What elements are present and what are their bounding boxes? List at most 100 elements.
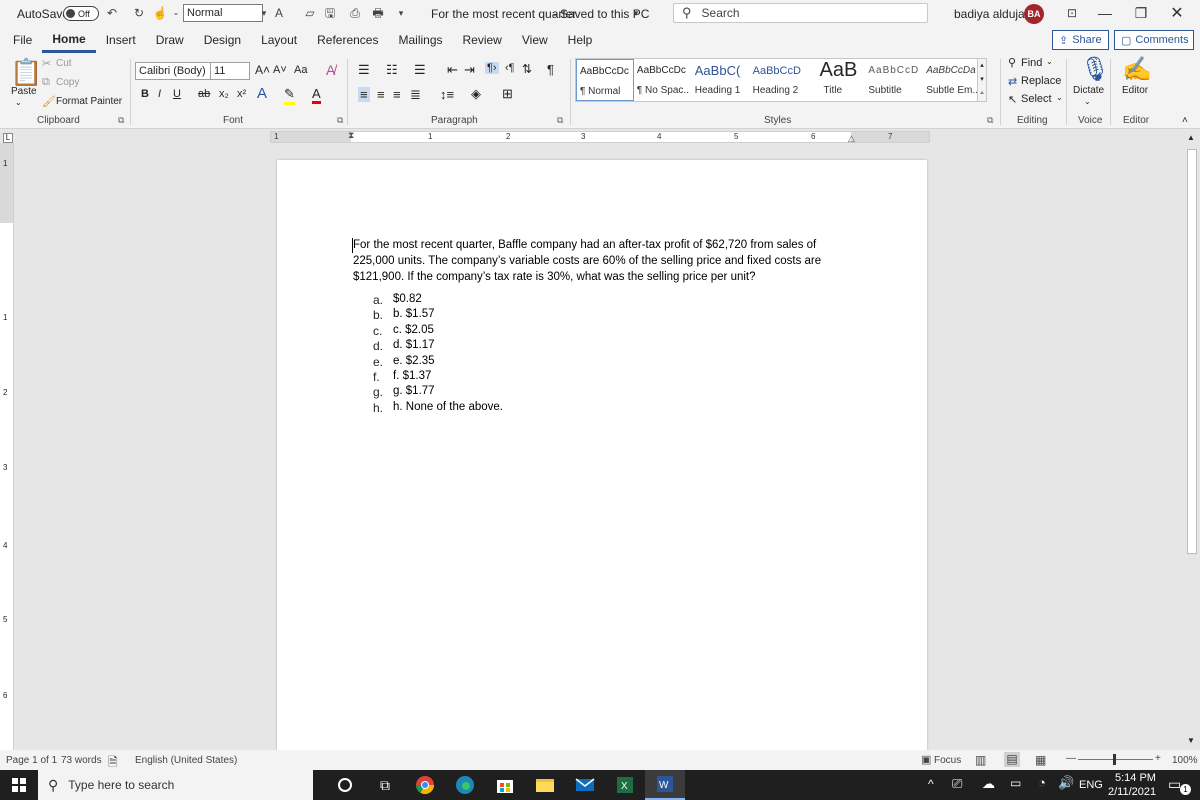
style-normal[interactable]: AaBbCcDc ¶ Normal xyxy=(576,59,634,101)
numbering-icon[interactable]: ☷ xyxy=(386,62,398,78)
select-icon[interactable]: ↖ xyxy=(1008,93,1017,106)
font-color-icon[interactable]: A xyxy=(312,86,321,104)
task-view-icon[interactable]: ⧉ xyxy=(365,770,405,800)
highlight-icon[interactable]: ✎ xyxy=(284,86,295,105)
taskbar-search[interactable]: ⚲ Type here to search xyxy=(38,770,313,800)
word-icon[interactable]: W xyxy=(645,770,685,800)
cortana-icon[interactable] xyxy=(325,770,365,800)
show-formatting-icon[interactable]: ¶ xyxy=(547,62,554,77)
windows-start-icon[interactable] xyxy=(0,770,38,800)
vertical-ruler[interactable]: 1 1 2 3 4 5 6 xyxy=(0,143,14,750)
focus-icon[interactable]: ▣ xyxy=(921,753,931,766)
format-painter-icon[interactable]: 🖌 xyxy=(42,95,56,108)
scroll-up-icon[interactable]: ▲ xyxy=(1187,133,1195,142)
dialog-launcher-icon[interactable]: ⧉ xyxy=(118,115,124,126)
sort-icon[interactable]: ⇅ xyxy=(522,62,532,76)
undo-icon[interactable]: ↶ xyxy=(104,5,120,21)
wifi-icon[interactable]: ◔ xyxy=(1038,775,1046,790)
edge-icon[interactable] xyxy=(445,770,485,800)
chevron-down-icon[interactable]: ▾ xyxy=(256,5,272,21)
vertical-scrollbar[interactable]: ▲ ▼ xyxy=(1184,131,1200,750)
mail-icon[interactable] xyxy=(565,770,605,800)
right-indent-marker-icon[interactable]: △ xyxy=(848,133,855,144)
chrome-icon[interactable] xyxy=(405,770,445,800)
web-layout-icon[interactable]: ▦ xyxy=(1035,753,1046,767)
option-c[interactable]: c. $2.05 xyxy=(393,324,434,336)
redo-icon[interactable]: ↻ xyxy=(131,5,147,21)
file-explorer-icon[interactable] xyxy=(525,770,565,800)
find-label[interactable]: Find xyxy=(1021,57,1042,69)
input-language[interactable]: ENG xyxy=(1079,779,1103,791)
option-d[interactable]: d. $1.17 xyxy=(393,339,435,351)
battery-icon[interactable]: ▭ xyxy=(1010,776,1021,790)
align-left-icon[interactable]: ≡ xyxy=(358,87,370,102)
underline-icon[interactable]: U xyxy=(173,88,181,100)
style-heading-1[interactable]: AaBbC(Heading 1 xyxy=(692,59,750,101)
horizontal-ruler[interactable]: 1 1 2 3 4 5 6 7 ⧗ △ xyxy=(270,130,930,144)
zoom-level[interactable]: 100% xyxy=(1172,755,1198,766)
tab-home[interactable]: Home xyxy=(42,27,96,53)
focus-label[interactable]: Focus xyxy=(934,755,961,766)
zoom-out-icon[interactable]: — xyxy=(1066,753,1076,764)
tab-mailings[interactable]: Mailings xyxy=(388,27,452,53)
style-heading-2[interactable]: AaBbCcD Heading 2 xyxy=(750,59,808,101)
change-case-button[interactable]: Aa xyxy=(294,64,307,76)
shading-icon[interactable]: ◈ xyxy=(471,86,481,102)
italic-icon[interactable]: I xyxy=(158,88,161,100)
find-icon[interactable]: ⚲ xyxy=(1008,56,1016,69)
customize-toolbar-icon[interactable]: ▾ xyxy=(393,5,409,21)
dictate-label[interactable]: Dictate xyxy=(1073,85,1104,96)
style-subtle-emphasis[interactable]: AaBbCcDa Subtle Em... xyxy=(923,59,984,101)
word-count[interactable]: 73 words xyxy=(61,755,102,766)
user-name[interactable]: badiya aldujaili xyxy=(954,7,1033,21)
style-quick-select[interactable]: Normal xyxy=(183,4,263,22)
shrink-font-icon[interactable]: A˅ xyxy=(273,64,287,76)
superscript-icon[interactable]: x² xyxy=(237,88,246,100)
read-mode-icon[interactable]: ▥ xyxy=(975,753,986,767)
indent-marker-icon[interactable]: ⧗ xyxy=(348,130,354,141)
save-icon[interactable]: 🖫 xyxy=(322,5,338,21)
zoom-thumb[interactable] xyxy=(1113,754,1116,765)
volume-icon[interactable]: 🔊 xyxy=(1058,775,1074,791)
clock-time[interactable]: 5:14 PM xyxy=(1115,772,1156,784)
subscript-icon[interactable]: x₂ xyxy=(219,88,229,100)
replace-icon[interactable]: ⇄ xyxy=(1008,75,1017,88)
font-name-box[interactable]: Calibri (Body) xyxy=(135,62,218,80)
editor-icon[interactable]: ✍ xyxy=(1122,55,1152,84)
dialog-launcher-icon[interactable]: ⧉ xyxy=(987,115,993,126)
print-layout-icon[interactable]: ▤ xyxy=(1004,752,1020,767)
scroll-thumb[interactable] xyxy=(1187,149,1197,554)
increase-indent-icon[interactable]: ⇥ xyxy=(464,62,475,78)
dialog-launcher-icon[interactable]: ⧉ xyxy=(557,115,563,126)
chevron-down-icon[interactable]: ⌄ xyxy=(1084,97,1091,106)
option-b[interactable]: b. $1.57 xyxy=(393,308,435,320)
strikethrough-icon[interactable]: ab xyxy=(198,88,210,100)
style-subtitle[interactable]: AaBbCcD Subtitle xyxy=(865,59,923,101)
bold-icon[interactable]: B xyxy=(141,88,149,100)
comments-button[interactable]: ▢ Comments xyxy=(1114,30,1194,50)
meet-now-icon[interactable]: ⎚ xyxy=(952,776,962,792)
close-icon[interactable]: ✕ xyxy=(1154,0,1200,27)
chevron-down-icon[interactable]: ⌄ xyxy=(168,5,184,21)
align-right-icon[interactable]: ≡ xyxy=(393,87,401,102)
borders-icon[interactable]: ⊞ xyxy=(502,86,513,102)
paste-icon[interactable]: 📋 xyxy=(10,57,42,88)
rtl-icon[interactable]: ‹¶ xyxy=(505,62,515,74)
tab-insert[interactable]: Insert xyxy=(96,27,146,53)
autosave-toggle[interactable]: Off xyxy=(63,6,99,21)
justify-icon[interactable]: ≣ xyxy=(410,87,421,103)
chevron-down-icon[interactable]: ▾ xyxy=(628,5,644,21)
search-box[interactable]: ⚲ Search xyxy=(673,3,928,23)
text-effects-icon[interactable]: A xyxy=(257,85,267,102)
style-no-spacing[interactable]: AaBbCcDc ¶ No Spac... xyxy=(634,59,692,101)
tab-file[interactable]: File xyxy=(3,27,42,53)
replace-label[interactable]: Replace xyxy=(1021,75,1061,87)
onedrive-icon[interactable]: ☁ xyxy=(982,776,995,792)
align-center-icon[interactable]: ≡ xyxy=(377,87,385,102)
gallery-scroll[interactable]: ▴ ▾ ⩡ xyxy=(977,58,987,102)
line-spacing-icon[interactable]: ↕≡ xyxy=(440,87,454,102)
show-hidden-icons-icon[interactable]: ^ xyxy=(928,777,934,791)
style-title[interactable]: AaB Title xyxy=(807,59,865,101)
clear-formatting-icon[interactable]: A̸ xyxy=(326,62,335,78)
grow-font-icon[interactable]: A˄ xyxy=(255,63,270,77)
